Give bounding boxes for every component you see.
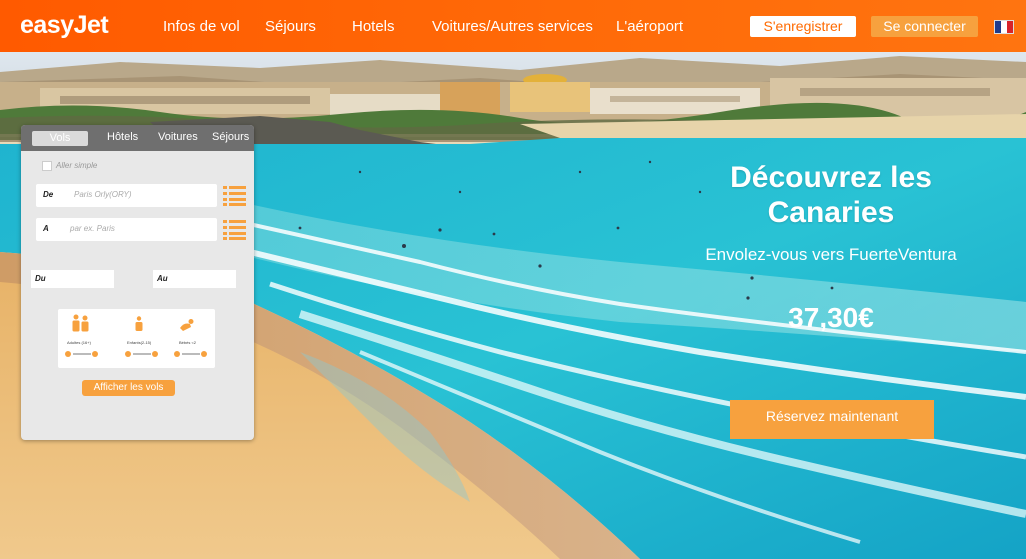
nav-airport[interactable]: L'aéroport (616, 18, 683, 35)
register-button[interactable]: S'enregistrer (750, 16, 856, 37)
top-navigation-bar: easyJet Infos de vol Séjours Hotels Voit… (0, 0, 1026, 52)
to-placeholder: par ex. Paris (70, 224, 115, 233)
promo-price: 37,30€ (788, 302, 874, 333)
promo-title: Découvrez les Canaries (720, 160, 942, 230)
one-way-checkbox[interactable] (42, 161, 52, 171)
nav-hotels[interactable]: Hotels (352, 18, 395, 35)
arrival-airport-field[interactable]: A par ex. Paris (36, 218, 217, 241)
depart-date-label: Du (35, 274, 46, 283)
login-button[interactable]: Se connecter (871, 16, 978, 37)
french-flag-icon[interactable] (994, 20, 1014, 34)
infant-icon (180, 319, 194, 331)
child-icon (135, 316, 143, 331)
tab-holidays[interactable]: Séjours (212, 131, 249, 143)
flight-search-panel: Vols Hôtels Voitures Séjours Aller simpl… (21, 125, 254, 440)
adults-icon (72, 314, 89, 332)
to-label: A (43, 224, 49, 233)
children-label: Enfants(2-15) (127, 340, 152, 345)
from-placeholder: Paris Orly(ORY) (74, 190, 132, 199)
nav-flight-info[interactable]: Infos de vol (163, 18, 240, 35)
adults-label: Adultes (16+) (67, 340, 91, 345)
from-label: De (43, 190, 54, 199)
adults-stepper[interactable] (65, 350, 99, 358)
tab-hotels[interactable]: Hôtels (107, 131, 138, 143)
one-way-label: Aller simple (56, 161, 98, 170)
nav-holidays[interactable]: Séjours (265, 18, 316, 35)
tab-flights[interactable]: Vols (32, 131, 88, 146)
easyjet-logo[interactable]: easyJet (20, 11, 109, 40)
promo-subtitle: Envolez-vous vers FuerteVentura (705, 245, 957, 264)
infants-stepper[interactable] (174, 350, 208, 358)
children-stepper[interactable] (125, 350, 159, 358)
promo-title-line-1: Découvrez les (730, 161, 932, 194)
airport-list-icon[interactable] (223, 219, 246, 240)
departure-airport-field[interactable]: De Paris Orly(ORY) (36, 184, 217, 207)
departure-date-field[interactable]: Du (31, 270, 114, 288)
tab-cars[interactable]: Voitures (158, 131, 198, 143)
return-date-label: Au (157, 274, 168, 283)
promo-title-line-2: Canaries (767, 196, 895, 229)
book-now-button[interactable]: Réservez maintenant (730, 400, 934, 439)
infants-label: Bébés <2 (179, 340, 197, 345)
passenger-selector: Adultes (16+) Enfants(2-15) Bébés <2 (58, 309, 215, 368)
nav-cars-services[interactable]: Voitures/Autres services (432, 18, 593, 35)
search-tabs: Vols Hôtels Voitures Séjours (21, 125, 254, 151)
show-flights-button[interactable]: Afficher les vols (82, 380, 175, 396)
return-date-field[interactable]: Au (153, 270, 236, 288)
airport-list-icon[interactable] (223, 185, 246, 206)
